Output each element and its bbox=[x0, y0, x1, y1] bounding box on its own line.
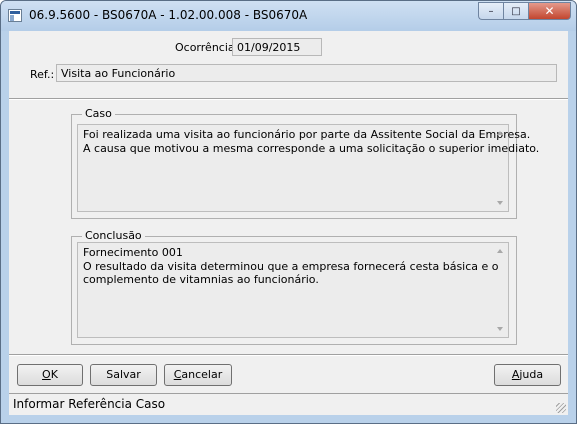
caso-group-label: Caso bbox=[82, 107, 115, 120]
conclusao-line: O resultado da visita determinou que a e… bbox=[83, 259, 499, 273]
caption-buttons: – □ ✕ bbox=[478, 2, 571, 20]
scroll-up-icon[interactable] bbox=[497, 131, 503, 135]
close-icon: ✕ bbox=[544, 4, 555, 18]
header-area: Ocorrência: 01/09/2015 Ref.: Visita ao F… bbox=[9, 31, 568, 97]
ajuda-button[interactable]: Ajuda bbox=[494, 364, 561, 386]
caso-line: Foi realizada uma visita ao funcionário … bbox=[83, 128, 531, 141]
salvar-button[interactable]: Salvar bbox=[90, 364, 157, 386]
resize-grip-icon[interactable] bbox=[556, 403, 566, 413]
cancelar-label: ancelar bbox=[181, 368, 223, 381]
dialog-body: Ocorrência: 01/09/2015 Ref.: Visita ao F… bbox=[9, 31, 568, 415]
ocorrencia-label: Ocorrência: bbox=[175, 41, 239, 54]
caso-scrollbar[interactable] bbox=[492, 125, 508, 211]
close-button[interactable]: ✕ bbox=[528, 2, 571, 20]
header-separator bbox=[9, 98, 568, 100]
conclusao-textarea[interactable]: Fornecimento 001 O resultado da visita d… bbox=[77, 242, 509, 338]
ok-label: K bbox=[50, 368, 58, 381]
caso-line: A causa que motivou a mesma corresponde … bbox=[83, 141, 540, 155]
conclusao-line: Fornecimento 001 bbox=[83, 246, 183, 259]
ref-label: Ref.: bbox=[30, 68, 55, 81]
application-window: 06.9.5600 - BS0670A - 1.02.00.008 - BS06… bbox=[0, 0, 577, 424]
conclusao-line: complemento de vitamnias ao funcionário. bbox=[83, 273, 319, 286]
buttons-separator bbox=[9, 354, 568, 356]
title-bar[interactable]: 06.9.5600 - BS0670A - 1.02.00.008 - BS06… bbox=[1, 1, 576, 31]
minimize-button[interactable]: – bbox=[478, 2, 503, 20]
application-icon[interactable] bbox=[8, 9, 22, 22]
status-text: Informar Referência Caso bbox=[13, 397, 166, 411]
maximize-button[interactable]: □ bbox=[503, 2, 528, 20]
caso-group: Caso Foi realizada uma visita ao funcion… bbox=[71, 107, 540, 219]
cancelar-button[interactable]: Cancelar bbox=[164, 364, 232, 386]
salvar-label: Salvar bbox=[106, 368, 141, 381]
maximize-icon: □ bbox=[511, 5, 521, 17]
window-title: 06.9.5600 - BS0670A - 1.02.00.008 - BS06… bbox=[29, 8, 308, 22]
ok-button[interactable]: OK bbox=[17, 364, 83, 386]
ajuda-label: juda bbox=[519, 368, 544, 381]
conclusao-group: Conclusão Fornecimento 001 O resultado d… bbox=[71, 229, 517, 345]
scroll-up-icon[interactable] bbox=[497, 249, 503, 253]
conclusao-text: Fornecimento 001 O resultado da visita d… bbox=[83, 246, 499, 287]
ok-mnemonic: O bbox=[42, 368, 51, 381]
caso-text: Foi realizada uma visita ao funcionário … bbox=[83, 128, 540, 155]
scroll-down-icon[interactable] bbox=[497, 327, 503, 331]
ref-field[interactable]: Visita ao Funcionário bbox=[56, 64, 557, 82]
minimize-icon: – bbox=[488, 5, 494, 17]
scroll-down-icon[interactable] bbox=[497, 201, 503, 205]
conclusao-scrollbar[interactable] bbox=[492, 243, 508, 337]
status-bar: Informar Referência Caso bbox=[9, 393, 568, 415]
ocorrencia-field[interactable]: 01/09/2015 bbox=[232, 38, 322, 56]
caso-textarea[interactable]: Foi realizada uma visita ao funcionário … bbox=[77, 124, 540, 212]
conclusao-group-label: Conclusão bbox=[82, 229, 145, 242]
